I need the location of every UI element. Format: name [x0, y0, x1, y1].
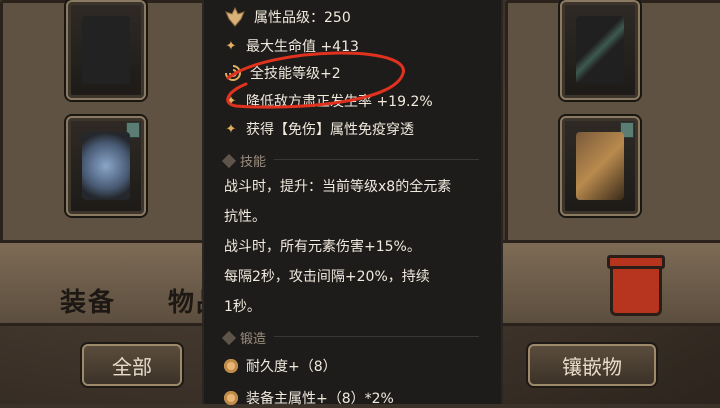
forge-row: 耐久度+（8） [224, 356, 337, 376]
skill-line: 战斗时，所有元素伤害+15%。 [224, 239, 421, 255]
filter-all-button[interactable]: 全部 [82, 344, 182, 386]
section-title: 技能 [240, 155, 267, 170]
section-divider [274, 336, 479, 337]
forge-text: 耐久度+（8） [246, 359, 337, 375]
swirl-icon [224, 64, 242, 82]
section-divider [274, 159, 479, 160]
attribute-row: 全技能等级+2 [224, 63, 341, 83]
equipment-slot[interactable] [560, 0, 640, 100]
skill-line: 抗性。 [224, 209, 266, 225]
attribute-row: ✦ 降低敌方肃正发生率 +19.2% [224, 91, 433, 111]
rank-emblem-icon [224, 6, 246, 28]
sparkle-icon: ✦ [225, 121, 237, 137]
item-tooltip: 属性品级：250 ✦ 最大生命值 +413 全技能等级+2 ✦ 降低敌方肃正发生… [202, 0, 503, 407]
tab-equipment[interactable]: 装备 [60, 282, 116, 319]
spellbook-icon [576, 132, 624, 200]
attribute-text: 全技能等级+2 [250, 66, 341, 82]
equipment-slot[interactable] [560, 116, 640, 216]
staff-weapon-icon [576, 16, 624, 84]
slot-item-art [82, 16, 130, 84]
skill-line: 战斗时，提升：当前等级x8的全元素 [224, 179, 452, 195]
forge-section-header: 锻造 [221, 328, 267, 347]
forge-row: 装备主属性+（8）*2% [224, 388, 394, 408]
attribute-text: 最大生命值 +413 [246, 39, 359, 55]
diamond-icon [221, 153, 237, 168]
attribute-text: 属性品级：250 [254, 10, 351, 26]
attribute-text: 降低敌方肃正发生率 +19.2% [246, 94, 433, 110]
attribute-text: 获得【免伤】属性免疫穿透 [246, 122, 414, 138]
filter-inlay-button[interactable]: 镶嵌物 [528, 344, 656, 386]
skill-line: 1秒。 [224, 299, 261, 315]
equipment-slot[interactable] [66, 116, 146, 216]
section-title: 锻造 [240, 332, 267, 347]
skill-line: 每隔2秒，攻击间隔+20%，持续 [224, 269, 430, 285]
attribute-row: 属性品级：250 [224, 6, 351, 28]
trash-icon[interactable] [607, 255, 665, 316]
sparkle-icon: ✦ [225, 38, 237, 54]
sparkle-icon: ✦ [225, 93, 237, 109]
forge-dot-icon [224, 359, 238, 373]
equipment-slot[interactable] [66, 0, 146, 100]
attribute-row: ✦ 获得【免伤】属性免疫穿透 [224, 119, 414, 139]
skill-section-header: 技能 [221, 151, 267, 170]
forge-dot-icon [224, 391, 238, 405]
spirit-creature-icon [82, 132, 130, 200]
forge-text: 装备主属性+（8）*2% [246, 391, 394, 407]
diamond-icon [221, 330, 237, 345]
attribute-row: ✦ 最大生命值 +413 [224, 36, 359, 56]
